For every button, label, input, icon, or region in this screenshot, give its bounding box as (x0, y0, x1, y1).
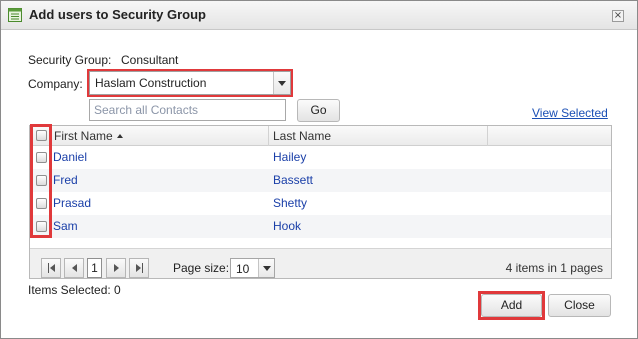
last-name-link[interactable]: Bassett (273, 173, 313, 187)
checkbox-highlight (30, 124, 52, 238)
grid-pager: 1 Page size: 10 4 items in 1 pages (30, 248, 611, 278)
close-button[interactable]: Close (548, 294, 611, 317)
column-header-last-name[interactable]: Last Name (269, 126, 488, 146)
first-name-link[interactable]: Fred (53, 173, 78, 187)
close-icon[interactable]: × (612, 10, 624, 22)
company-label: Company: (28, 77, 83, 91)
grid-header: First Name Last Name (30, 126, 611, 146)
next-page-icon[interactable] (106, 258, 126, 278)
first-name-link[interactable]: Prasad (53, 196, 91, 210)
add-button[interactable]: Add (481, 294, 542, 317)
first-name-link[interactable]: Daniel (53, 150, 87, 164)
page-size-value: 10 (236, 262, 250, 276)
chevron-down-icon[interactable] (273, 72, 290, 94)
last-page-icon[interactable] (129, 258, 149, 278)
pager-info: 4 items in 1 pages (505, 261, 603, 275)
form-icon (8, 8, 22, 22)
first-page-icon[interactable] (41, 258, 61, 278)
security-group-label: Security Group: (28, 53, 112, 67)
sort-ascending-icon (116, 134, 123, 138)
column-header-first-name[interactable]: First Name (50, 126, 269, 146)
last-name-link[interactable]: Hailey (273, 150, 306, 164)
first-name-header-label: First Name (54, 129, 113, 143)
search-input[interactable] (89, 99, 286, 121)
table-row[interactable]: Daniel Hailey (30, 146, 611, 169)
page-size-select[interactable]: 10 (230, 258, 275, 278)
contacts-grid: First Name Last Name Daniel Hailey Fred … (29, 125, 612, 279)
add-users-dialog: Add users to Security Group × Security G… (0, 0, 638, 339)
page-size-label: Page size: (173, 261, 230, 275)
chevron-down-icon[interactable] (258, 259, 274, 277)
dialog-title: Add users to Security Group (29, 7, 206, 22)
last-name-link[interactable]: Shetty (273, 196, 307, 210)
first-name-link[interactable]: Sam (53, 219, 78, 233)
table-row[interactable]: Prasad Shetty (30, 192, 611, 215)
last-name-header-label: Last Name (273, 129, 332, 143)
view-selected-link[interactable]: View Selected (532, 106, 608, 120)
previous-page-icon[interactable] (64, 258, 84, 278)
table-row[interactable]: Fred Bassett (30, 169, 611, 192)
last-name-link[interactable]: Hook (273, 219, 301, 233)
current-page-number[interactable]: 1 (87, 258, 102, 278)
items-selected-text: Items Selected: 0 (28, 283, 121, 297)
company-select[interactable]: Haslam Construction (87, 69, 293, 97)
security-group-value: Consultant (121, 53, 179, 67)
column-header-extra (488, 126, 611, 146)
dialog-titlebar[interactable]: Add users to Security Group × (1, 1, 637, 30)
go-button[interactable]: Go (297, 99, 340, 122)
table-row[interactable]: Sam Hook (30, 215, 611, 238)
company-select-value: Haslam Construction (95, 76, 207, 90)
